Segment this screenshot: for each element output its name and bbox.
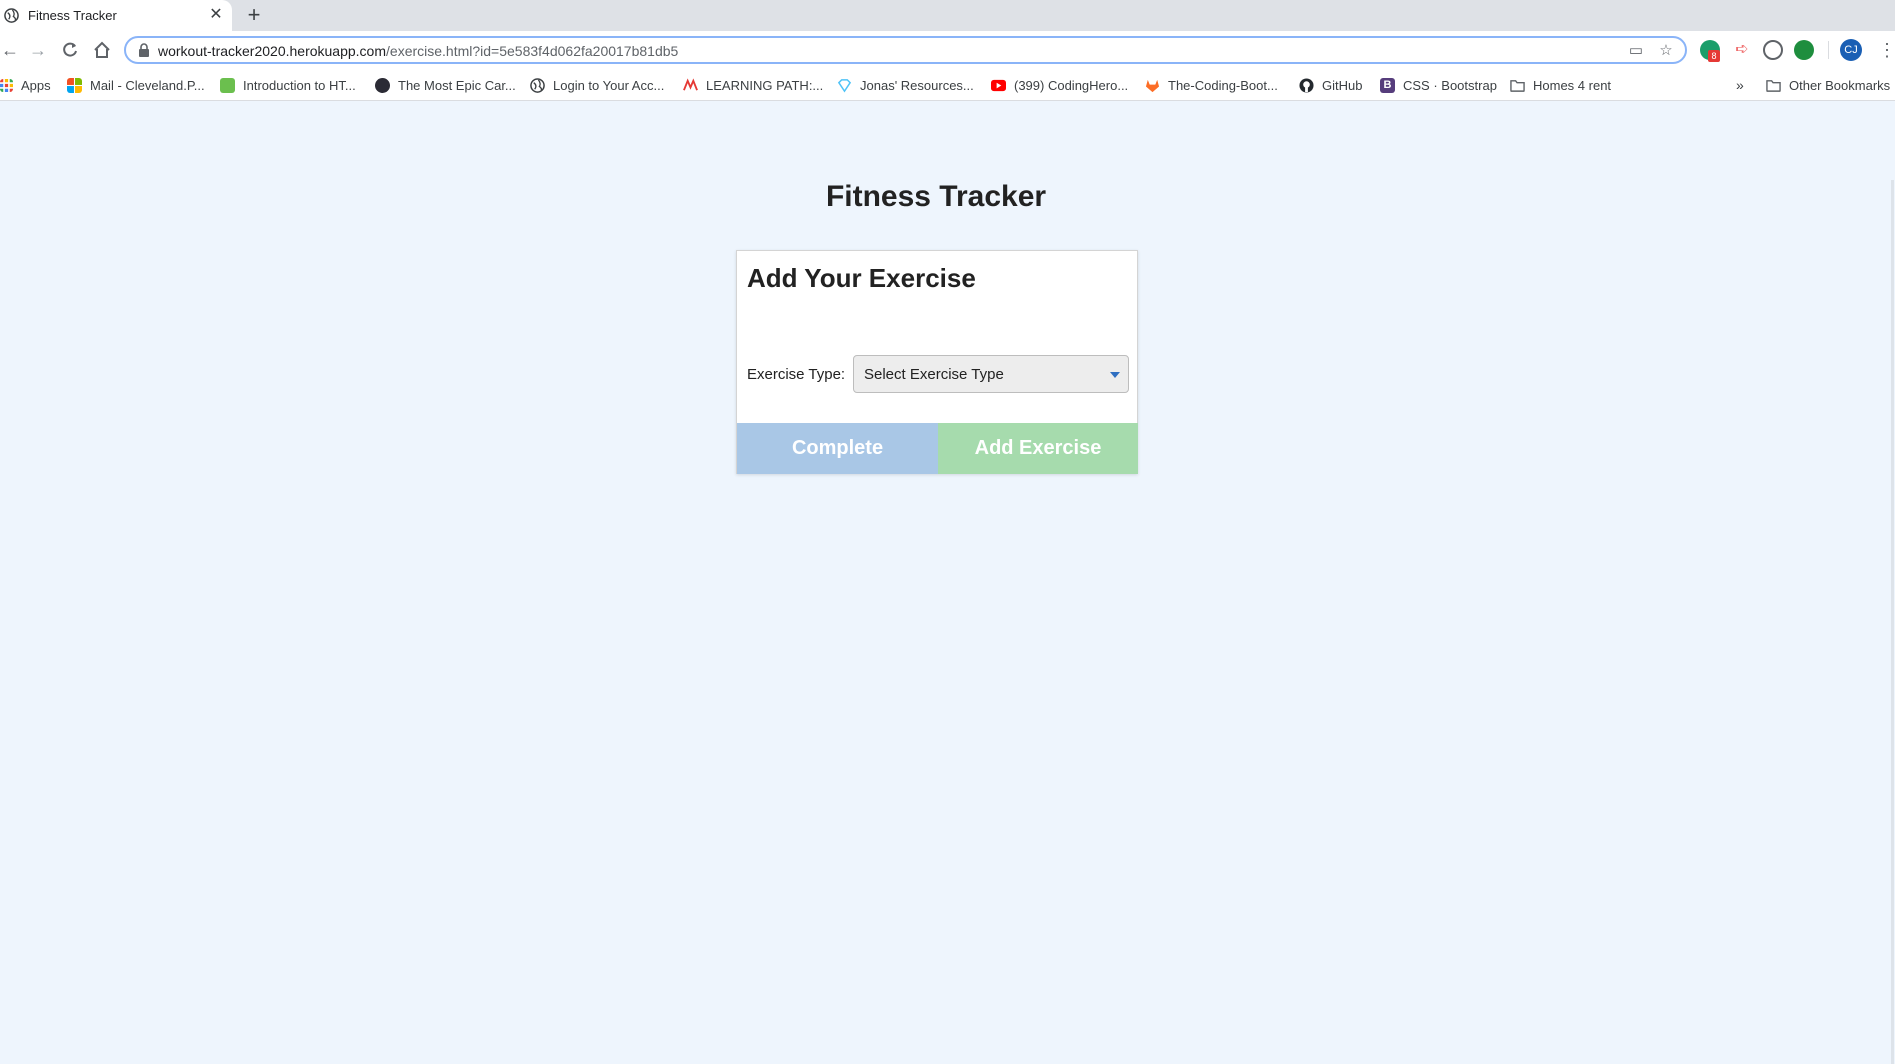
toolbar-divider [1828, 41, 1829, 59]
diamond-icon [837, 78, 852, 92]
back-icon[interactable]: ← [0, 40, 20, 60]
bookmark-epic-car[interactable]: The Most Epic Car... [375, 76, 516, 94]
bookmark-label: The-Coding-Boot... [1168, 77, 1278, 93]
bookmark-other[interactable]: Other Bookmarks [1766, 76, 1890, 94]
browser-menu-icon[interactable]: ⋮ [1878, 40, 1895, 60]
bookmark-label: Introduction to HT... [243, 77, 356, 93]
new-tab-button[interactable]: + [244, 4, 264, 26]
extension-evernote-icon[interactable] [1794, 40, 1814, 60]
globe-icon [4, 8, 19, 23]
bookmark-label: Other Bookmarks [1789, 77, 1891, 93]
w3-icon [220, 77, 235, 93]
bookmark-label: LEARNING PATH:... [706, 77, 824, 93]
lock-icon [139, 43, 149, 57]
chevron-down-icon [1110, 372, 1120, 378]
dark-circle-icon [375, 77, 390, 93]
exercise-type-selected-value: Select Exercise Type [864, 366, 1004, 383]
bookmark-label: Mail - Cleveland.P... [90, 77, 205, 93]
red-wave-icon [683, 77, 698, 91]
bookmarks-overflow-icon[interactable]: » [1736, 76, 1744, 94]
extension-grammarly-icon[interactable]: 8 [1700, 40, 1720, 62]
bookmark-learning-path[interactable]: LEARNING PATH:... [683, 76, 823, 94]
bookmark-coding-boot[interactable]: The-Coding-Boot... [1145, 76, 1278, 94]
bookmark-label: GitHub [1322, 77, 1363, 93]
bookmark-label: (399) CodingHero... [1014, 77, 1129, 93]
bookmark-label: Jonas' Resources... [860, 77, 974, 93]
bookmark-label: The Most Epic Car... [398, 77, 516, 93]
bookmark-apps[interactable]: Apps [0, 76, 51, 94]
bookmark-star-icon[interactable]: ☆ [1657, 42, 1675, 60]
scrollbar-thumb[interactable] [1891, 180, 1894, 1064]
extension-share-icon[interactable]: ➪ [1732, 40, 1752, 60]
card-title: Add Your Exercise [747, 263, 976, 293]
bookmark-github[interactable]: GitHub [1299, 76, 1362, 94]
bookmarks-bar: Apps Mail - Cleveland.P... Introduction … [0, 69, 1895, 101]
tab-title: Fitness Tracker [28, 8, 117, 23]
microsoft-icon [67, 77, 82, 93]
globe-icon [530, 77, 545, 93]
url-text[interactable]: workout-tracker2020.herokuapp.com/exerci… [158, 43, 678, 59]
add-exercise-card: Add Your Exercise Exercise Type: Select … [736, 250, 1138, 474]
url-path: /exercise.html?id=5e583f4d062fa20017b81d… [386, 43, 679, 59]
complete-button[interactable]: Complete [737, 423, 938, 474]
bookmark-login[interactable]: Login to Your Acc... [530, 76, 664, 94]
url-host: workout-tracker2020.herokuapp.com [158, 43, 387, 59]
bookmark-bootstrap[interactable]: B CSS · Bootstrap [1380, 76, 1497, 94]
bookmark-mail[interactable]: Mail - Cleveland.P... [67, 76, 205, 94]
cast-icon[interactable]: ▭ [1627, 42, 1645, 60]
page-title: Fitness Tracker [825, 180, 1047, 213]
apps-grid-icon [0, 78, 13, 92]
folder-icon [1510, 79, 1525, 92]
folder-icon [1766, 79, 1781, 92]
address-bar[interactable]: workout-tracker2020.herokuapp.com/exerci… [124, 36, 1687, 64]
gitlab-icon [1145, 79, 1160, 92]
forward-icon[interactable]: → [28, 40, 48, 60]
profile-avatar[interactable]: CJ [1840, 39, 1862, 61]
bookmark-homes[interactable]: Homes 4 rent [1510, 76, 1611, 94]
add-exercise-button[interactable]: Add Exercise [938, 423, 1138, 474]
reload-icon[interactable] [60, 40, 80, 60]
youtube-icon [991, 79, 1006, 91]
tab-fitness-tracker[interactable]: Fitness Tracker ✕ [0, 0, 232, 31]
bookmark-label: Login to Your Acc... [553, 77, 665, 93]
exercise-type-select[interactable]: Select Exercise Type [853, 355, 1129, 393]
tab-close-icon[interactable]: ✕ [207, 6, 225, 24]
bootstrap-icon: B [1380, 77, 1395, 93]
bookmark-label: CSS · Bootstrap [1403, 77, 1497, 93]
bookmark-label: Apps [21, 77, 51, 93]
extension-circle-icon[interactable] [1763, 40, 1783, 60]
exercise-type-label: Exercise Type: [747, 366, 846, 383]
extension-badge: 8 [1708, 50, 1720, 62]
home-icon[interactable] [92, 40, 112, 60]
browser-toolbar: ← → workout-tracker2020.herokuapp.com/ex… [0, 31, 1895, 69]
bookmark-w3schools[interactable]: Introduction to HT... [220, 76, 356, 94]
bookmark-label: Homes 4 rent [1533, 77, 1612, 93]
bookmark-codinghero[interactable]: (399) CodingHero... [991, 76, 1128, 94]
github-icon [1299, 77, 1314, 93]
tab-strip: Fitness Tracker ✕ + [0, 0, 1895, 31]
bookmark-jonas[interactable]: Jonas' Resources... [837, 76, 974, 94]
